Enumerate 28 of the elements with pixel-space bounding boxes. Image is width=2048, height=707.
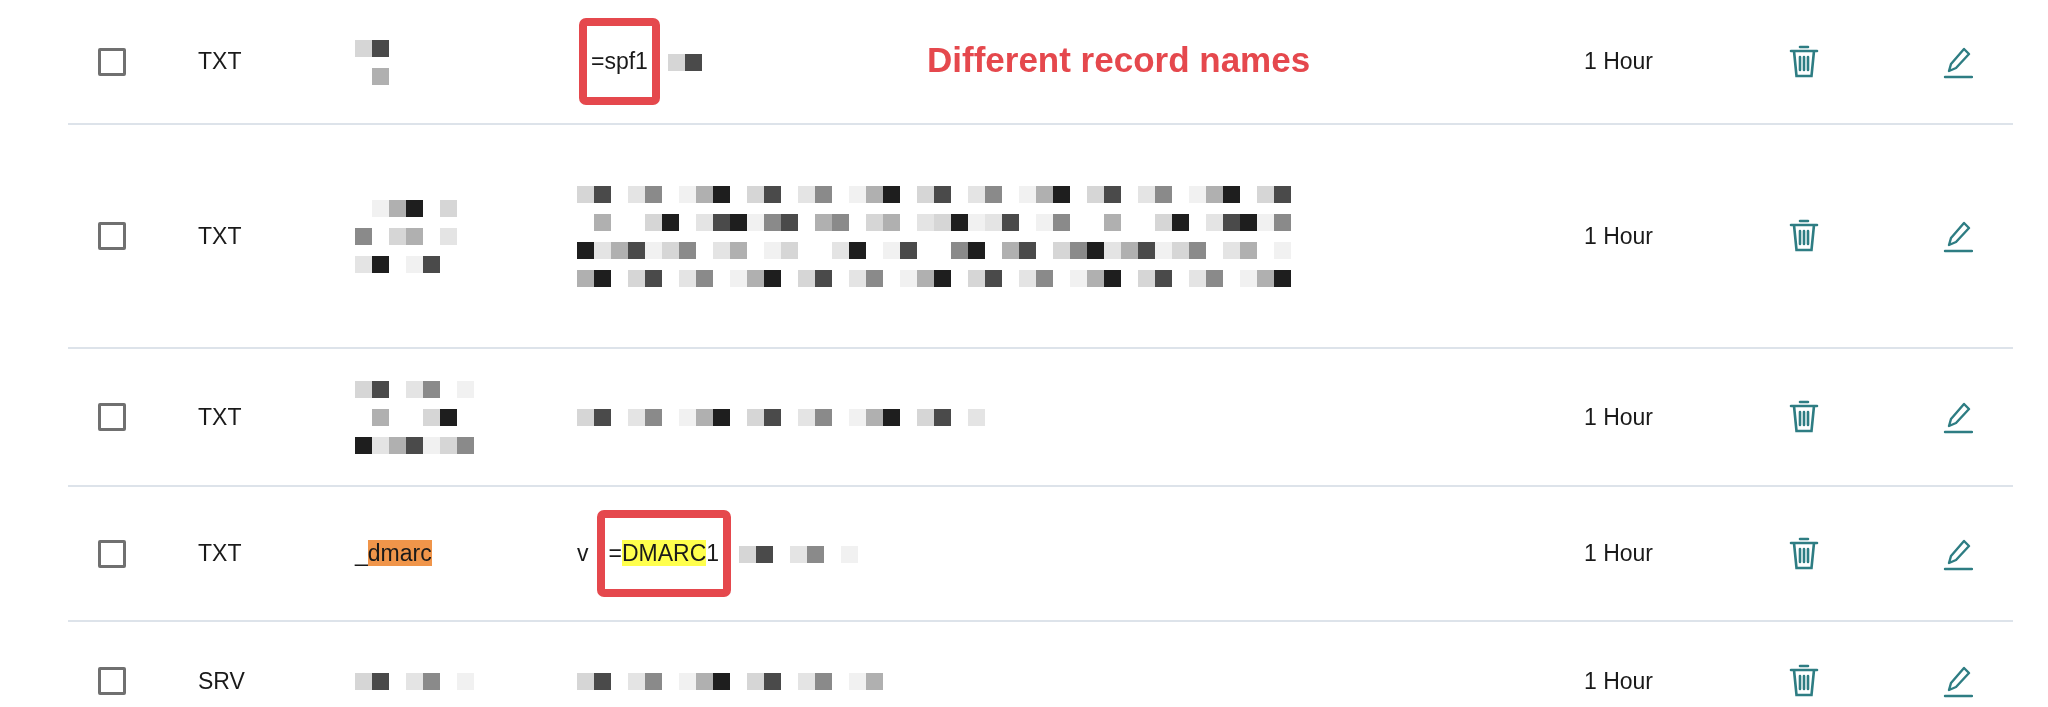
- record-value: v: [577, 540, 589, 567]
- trash-icon[interactable]: [1789, 400, 1819, 434]
- record-type: TXT: [198, 48, 242, 75]
- record-type: TXT: [198, 403, 242, 431]
- edit-icon[interactable]: [1943, 400, 1973, 434]
- record-type: SRV: [198, 667, 245, 695]
- row-checkbox[interactable]: [98, 222, 126, 250]
- trash-icon[interactable]: [1789, 536, 1819, 571]
- row-checkbox[interactable]: [98, 667, 126, 695]
- edit-icon[interactable]: [1943, 219, 1973, 253]
- record-value: =spf1: [591, 48, 648, 74]
- row-checkbox[interactable]: [98, 539, 126, 568]
- edit-icon[interactable]: [1943, 664, 1973, 698]
- trash-icon[interactable]: [1789, 664, 1819, 698]
- trash-icon[interactable]: [1789, 44, 1819, 79]
- annotation-text: Different record names: [927, 40, 1311, 80]
- ttl-text: 1 Hour: [1584, 222, 1654, 250]
- record-name: _dmarc: [355, 540, 432, 567]
- ttl-text: 1 Hour: [1584, 403, 1654, 431]
- record-type: TXT: [198, 540, 242, 567]
- row-checkbox[interactable]: [98, 47, 126, 76]
- ttl-text: 1 Hour: [1584, 540, 1654, 567]
- ttl-text: 1 Hour: [1584, 667, 1654, 695]
- record-value: =DMARC1: [608, 540, 720, 566]
- trash-icon[interactable]: [1789, 219, 1819, 253]
- row-checkbox[interactable]: [98, 403, 126, 431]
- ttl-text: 1 Hour: [1584, 48, 1654, 75]
- record-type: TXT: [198, 222, 242, 250]
